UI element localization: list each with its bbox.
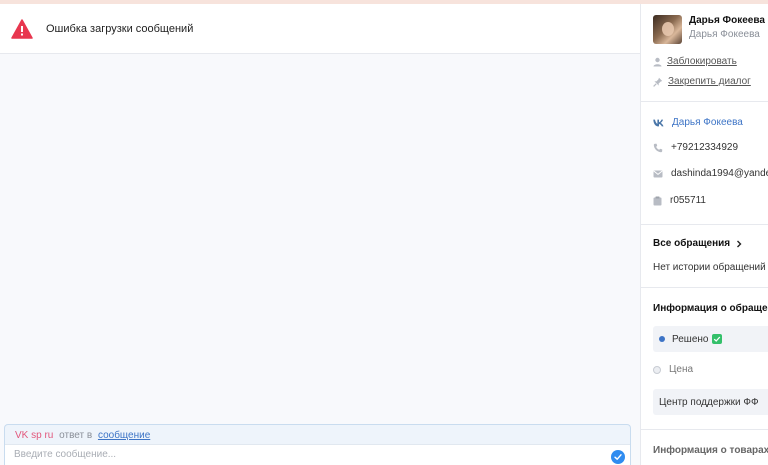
block-label: Заблокировать — [667, 56, 737, 67]
reply-target-link[interactable]: сообщение — [98, 430, 150, 441]
phone-number: +79212334929 — [671, 142, 739, 153]
error-banner: Ошибка загрузки сообщений — [0, 4, 640, 54]
block-button[interactable]: Заблокировать — [653, 56, 737, 67]
email: dashinda1994@yandex — [671, 168, 768, 179]
id-code: r055711 — [670, 195, 706, 206]
reply-connector: ответ в — [59, 430, 93, 441]
id-row: r055711 — [653, 195, 706, 206]
vk-profile-row[interactable]: Дарья Фокеева — [653, 117, 743, 128]
message-input[interactable] — [14, 449, 574, 460]
divider — [641, 224, 768, 225]
clipboard-icon — [653, 196, 662, 205]
pin-dialog-button[interactable]: Закрепить диалог — [653, 76, 751, 87]
ticket-title: Информация о обращении — [653, 303, 768, 314]
email-row: dashinda1994@yandex — [653, 168, 768, 179]
error-message: Ошибка загрузки сообщений — [46, 22, 194, 35]
reply-context: VK sp ru ответ в сообщение — [15, 430, 150, 441]
pin-icon — [653, 77, 663, 87]
message-composer: VK sp ru ответ в сообщение — [4, 424, 631, 465]
contact-sidebar: Дарья Фокеева Дарья Фокеева Заблокироват… — [640, 4, 768, 465]
reply-source-link[interactable]: VK sp ru — [15, 430, 53, 441]
phone-row: +79212334929 — [653, 142, 738, 153]
check-icon — [712, 334, 723, 344]
chevron-right-icon — [737, 240, 742, 247]
history-title: Все обращения — [653, 238, 731, 249]
support-center-select[interactable]: Центр поддержки ФФ — [653, 389, 768, 415]
vk-icon — [653, 119, 664, 126]
price-row[interactable]: Цена — [653, 364, 693, 375]
avatar — [653, 15, 682, 44]
support-center-value: Центр поддержки ФФ — [659, 396, 759, 408]
history-link[interactable]: Все обращения — [653, 238, 743, 249]
input-area — [5, 444, 630, 465]
status-value: Решено — [672, 333, 709, 345]
warning-icon — [11, 18, 33, 39]
goods-title: Информация о товарах — [653, 445, 768, 456]
user-icon — [653, 57, 662, 66]
divider — [641, 101, 768, 102]
price-label: Цена — [669, 364, 694, 375]
divider — [641, 429, 768, 430]
pin-label: Закрепить диалог — [668, 76, 751, 87]
send-button[interactable] — [611, 450, 625, 464]
chat-panel: Ошибка загрузки сообщений VK sp ru ответ… — [0, 4, 640, 465]
vk-name: Дарья Фокеева — [672, 117, 743, 128]
contact-name: Дарья Фокеева — [689, 15, 765, 26]
mail-icon — [653, 170, 663, 177]
status-dot — [659, 336, 665, 342]
divider — [641, 287, 768, 288]
status-select[interactable]: Решено — [653, 326, 768, 352]
contact-subtitle: Дарья Фокеева — [689, 29, 760, 40]
history-empty: Нет истории обращений — [653, 262, 766, 273]
check-icon — [614, 454, 622, 460]
phone-icon — [653, 143, 663, 152]
price-radio — [653, 365, 661, 374]
